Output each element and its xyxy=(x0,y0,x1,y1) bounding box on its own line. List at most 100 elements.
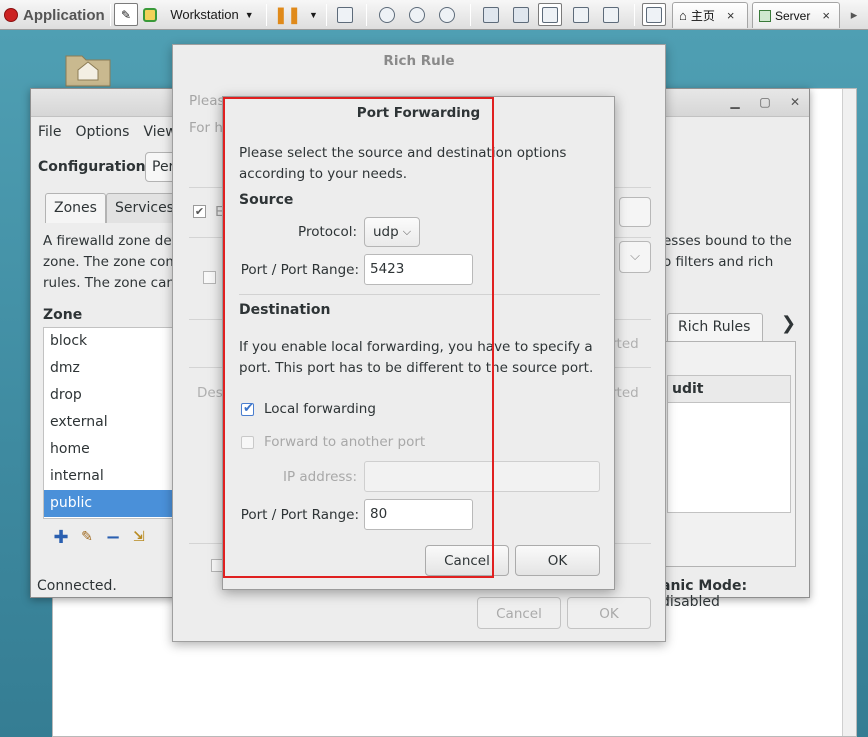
vm-name: Workstation xyxy=(170,7,239,22)
vm-status-icon xyxy=(142,3,158,26)
snapshot-manager-button[interactable] xyxy=(436,3,458,26)
tab-rich-rules[interactable]: Rich Rules xyxy=(667,313,763,341)
revert-clock-icon xyxy=(409,6,425,23)
zone-item-home[interactable]: home xyxy=(44,436,192,463)
home-icon: ⌂ xyxy=(679,8,687,23)
unity-icon xyxy=(573,6,589,23)
pin-icon: ✎ xyxy=(120,7,132,22)
pin-button[interactable]: ✎ xyxy=(114,3,138,26)
inverted-label: rted xyxy=(611,385,639,401)
applications-label: Application xyxy=(23,6,105,24)
tab-next-icon[interactable]: ❯ xyxy=(781,313,796,334)
toolbar-separator xyxy=(110,4,111,26)
tab-server-label: Server xyxy=(775,8,811,23)
panic-mode-value: disabled xyxy=(661,594,720,610)
chevron-down-icon: ▼ xyxy=(308,9,318,20)
option-checkbox[interactable] xyxy=(203,271,216,284)
dialog-instructions: Pleas xyxy=(189,93,225,109)
tabs-view-button[interactable] xyxy=(642,3,666,26)
menu-file[interactable]: File xyxy=(38,124,61,140)
dialog-help-text: For h xyxy=(189,120,223,136)
no-stretch-icon xyxy=(603,6,619,23)
close-icon[interactable]: × xyxy=(727,8,735,23)
console-icon xyxy=(513,6,529,23)
close-icon[interactable]: × xyxy=(822,8,830,23)
edit-button[interactable] xyxy=(619,197,651,227)
edit-icon[interactable]: ✎ xyxy=(79,529,95,545)
toolbar-separator xyxy=(266,4,267,26)
zone-item-drop[interactable]: drop xyxy=(44,382,192,409)
remove-icon[interactable]: − xyxy=(105,527,121,548)
vm-icon xyxy=(759,9,771,22)
zone-description: A firewalld zone def zone. The zone com … xyxy=(43,231,183,294)
unity-button[interactable] xyxy=(570,3,592,26)
minimize-icon: ▁ xyxy=(730,95,740,109)
tabs-icon xyxy=(646,6,662,23)
zone-item-public[interactable]: public xyxy=(44,490,192,517)
revert-snapshot-button[interactable] xyxy=(406,3,428,26)
zone-description-right: esses bound to the o filters and rich xyxy=(663,231,803,273)
element-select[interactable]: ⌵ xyxy=(619,241,651,273)
description-line: zone. The zone com xyxy=(43,254,179,270)
tab-scroll-button[interactable]: ▸ xyxy=(846,3,862,26)
maximize-button[interactable]: ▢ xyxy=(755,93,775,111)
vertical-scrollbar[interactable] xyxy=(842,89,856,736)
load-defaults-icon[interactable]: ⇲ xyxy=(131,529,147,545)
home-folder-icon[interactable] xyxy=(64,50,112,88)
zone-item-block[interactable]: block xyxy=(44,328,192,355)
manager-clock-icon xyxy=(439,6,455,23)
pause-icon: ❚❚ xyxy=(274,6,301,24)
zone-item-dmz[interactable]: dmz xyxy=(44,355,192,382)
tab-home[interactable]: ⌂ 主页 × xyxy=(672,2,748,28)
keyboard-icon xyxy=(337,6,353,23)
chevron-right-icon: ▸ xyxy=(850,6,858,22)
ok-button[interactable]: OK xyxy=(515,545,600,576)
zone-item-internal[interactable]: internal xyxy=(44,463,192,490)
configuration-label: Configuration: xyxy=(38,159,152,175)
maximize-icon: ▢ xyxy=(759,95,771,109)
zone-list-header: Zone xyxy=(43,307,83,323)
inverted-label: rted xyxy=(611,336,639,352)
description-line: rules. The zone can xyxy=(43,275,175,291)
description-line: o filters and rich xyxy=(663,254,774,270)
console-view-button[interactable] xyxy=(510,3,532,26)
ok-button[interactable]: OK xyxy=(567,597,651,629)
close-button[interactable]: ✕ xyxy=(785,93,805,111)
snapshot-button[interactable] xyxy=(376,3,398,26)
zone-list: block dmz drop external home internal pu… xyxy=(43,327,193,519)
rich-rules-table xyxy=(667,403,791,513)
clock-icon xyxy=(379,6,395,23)
fullscreen-icon xyxy=(542,6,558,23)
toolbar-separator xyxy=(634,4,635,26)
fullscreen-button[interactable] xyxy=(538,3,562,26)
toolbar-separator xyxy=(470,4,471,26)
panic-mode-status: anic Mode: disabled xyxy=(661,578,809,610)
suspend-button[interactable]: ❚❚ ▼ xyxy=(274,3,318,26)
tab-server[interactable]: Server × xyxy=(752,2,840,28)
tab-home-label: 主页 xyxy=(690,9,715,23)
redhat-logo-icon xyxy=(4,8,18,22)
zone-item-external[interactable]: external xyxy=(44,409,192,436)
description-line: esses bound to the xyxy=(663,233,792,249)
close-icon: ✕ xyxy=(789,95,801,109)
sidebar-view-button[interactable] xyxy=(480,3,502,26)
add-icon[interactable]: ✚ xyxy=(53,527,69,548)
annotation-highlight-box xyxy=(223,97,494,578)
enable-checkbox[interactable]: ✔ xyxy=(193,205,206,218)
vmware-toolbar: Application ✎ Workstation ▼ ❚❚ ▼ ⌂ 主页 × … xyxy=(0,0,868,30)
applications-menu[interactable]: Application xyxy=(4,4,105,26)
cancel-button[interactable]: Cancel xyxy=(477,597,561,629)
vm-menu-button[interactable]: Workstation ▼ xyxy=(164,3,260,26)
main-tabs: Zones Services xyxy=(45,193,183,223)
send-ctrl-alt-del-button[interactable] xyxy=(334,3,356,26)
zone-toolbar: ✚ ✎ − ⇲ xyxy=(53,527,147,548)
toolbar-separator xyxy=(366,4,367,26)
destination-label: Des xyxy=(197,385,223,401)
tab-zones[interactable]: Zones xyxy=(45,193,106,223)
dialog-title: Rich Rule xyxy=(383,53,455,69)
connection-status: Connected. xyxy=(37,578,117,594)
no-stretch-button[interactable] xyxy=(600,3,622,26)
menu-options[interactable]: Options xyxy=(75,124,129,140)
audit-column-header[interactable]: udit xyxy=(667,375,791,403)
minimize-button[interactable]: ▁ xyxy=(725,93,745,111)
